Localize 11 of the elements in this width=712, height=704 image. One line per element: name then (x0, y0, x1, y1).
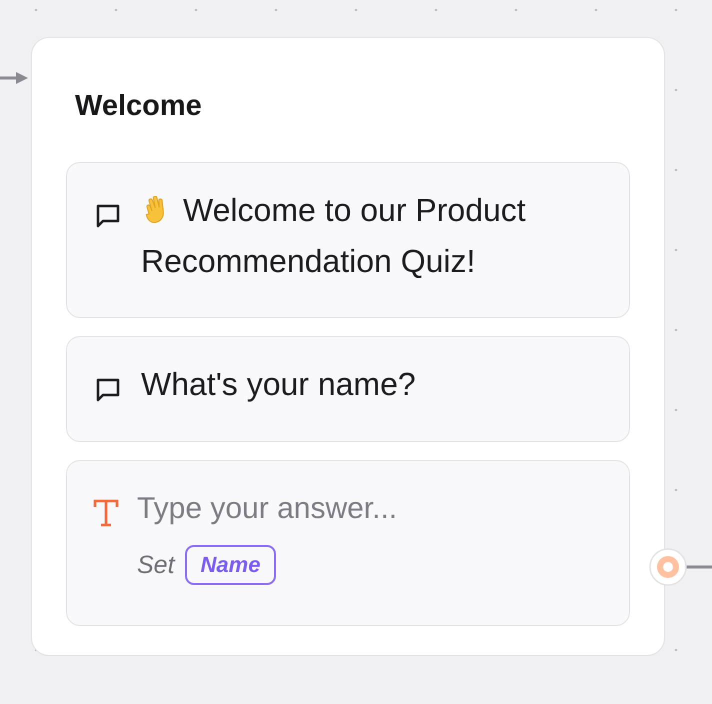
output-handle[interactable] (648, 548, 712, 588)
text-type-icon (93, 499, 119, 527)
message-text: Welcome to our Product Recommendation Quiz! (141, 191, 527, 281)
message-text: What's your name? (141, 365, 416, 404)
set-label: Set (137, 550, 175, 580)
message-block[interactable]: What's your name? (66, 336, 630, 442)
message-block[interactable]: Welcome to our Product Recommendation Quiz! (66, 162, 630, 318)
variable-tag[interactable]: Name (184, 545, 276, 585)
answer-placeholder: Type your answer... (137, 491, 398, 527)
group-title: Welcome (75, 89, 203, 124)
input-block[interactable]: Type your answer... Set Name (66, 460, 630, 626)
